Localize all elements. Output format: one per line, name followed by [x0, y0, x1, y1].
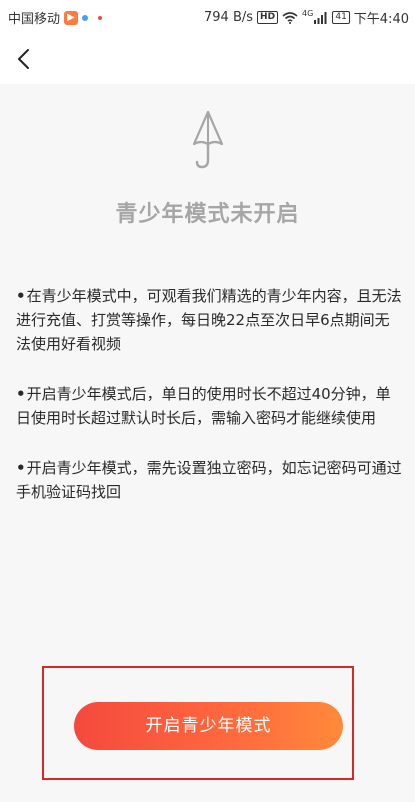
- back-button[interactable]: [10, 44, 40, 74]
- video-app-icon: ▶: [64, 10, 79, 25]
- bullet-icon: •: [16, 385, 26, 403]
- carrier-label: 中国移动: [8, 12, 61, 27]
- status-bar: 中国移动 ▶ 794 B/s HD 4G 41 下午4:40: [0, 0, 415, 34]
- network-speed: 794 B/s: [204, 10, 254, 25]
- signal-icon: [314, 11, 327, 24]
- status-left: 中国移动 ▶: [8, 8, 103, 27]
- notification-dot-icon: [98, 15, 103, 20]
- network-type: 4G: [302, 9, 314, 18]
- umbrella-icon: [192, 110, 224, 169]
- list-item: •开启青少年模式后，单日的使用时长不超过40分钟，单日使用时长超过默认时长后，需…: [16, 382, 402, 430]
- enable-teen-mode-button[interactable]: 开启青少年模式: [74, 702, 343, 750]
- clock: 下午4:40: [353, 12, 409, 27]
- wifi-icon: [282, 11, 298, 24]
- list-item: •在青少年模式中，可观看我们精选的青少年内容，且无法进行充值、打赏等操作，每日晚…: [16, 284, 402, 356]
- status-right: 794 B/s HD 4G 41 下午4:40: [204, 8, 409, 27]
- rule-text: 在青少年模式中，可观看我们精选的青少年内容，且无法进行充值、打赏等操作，每日晚2…: [16, 287, 402, 353]
- notification-dot-icon: [82, 14, 89, 21]
- bullet-icon: •: [16, 287, 26, 305]
- hd-icon: HD: [257, 11, 279, 24]
- rule-text: 开启青少年模式后，单日的使用时长不超过40分钟，单日使用时长超过默认时长后，需输…: [16, 385, 391, 427]
- rules-list: •在青少年模式中，可观看我们精选的青少年内容，且无法进行充值、打赏等操作，每日晚…: [16, 284, 402, 530]
- list-item: •开启青少年模式，需先设置独立密码，如忘记密码可通过手机验证码找回: [16, 456, 402, 504]
- page-title: 青少年模式未开启: [115, 202, 300, 227]
- nav-bar: [0, 34, 415, 84]
- chevron-left-icon: [18, 49, 29, 69]
- rule-text: 开启青少年模式，需先设置独立密码，如忘记密码可通过手机验证码找回: [16, 459, 402, 501]
- bullet-icon: •: [16, 459, 26, 477]
- battery-icon: 41: [332, 11, 350, 24]
